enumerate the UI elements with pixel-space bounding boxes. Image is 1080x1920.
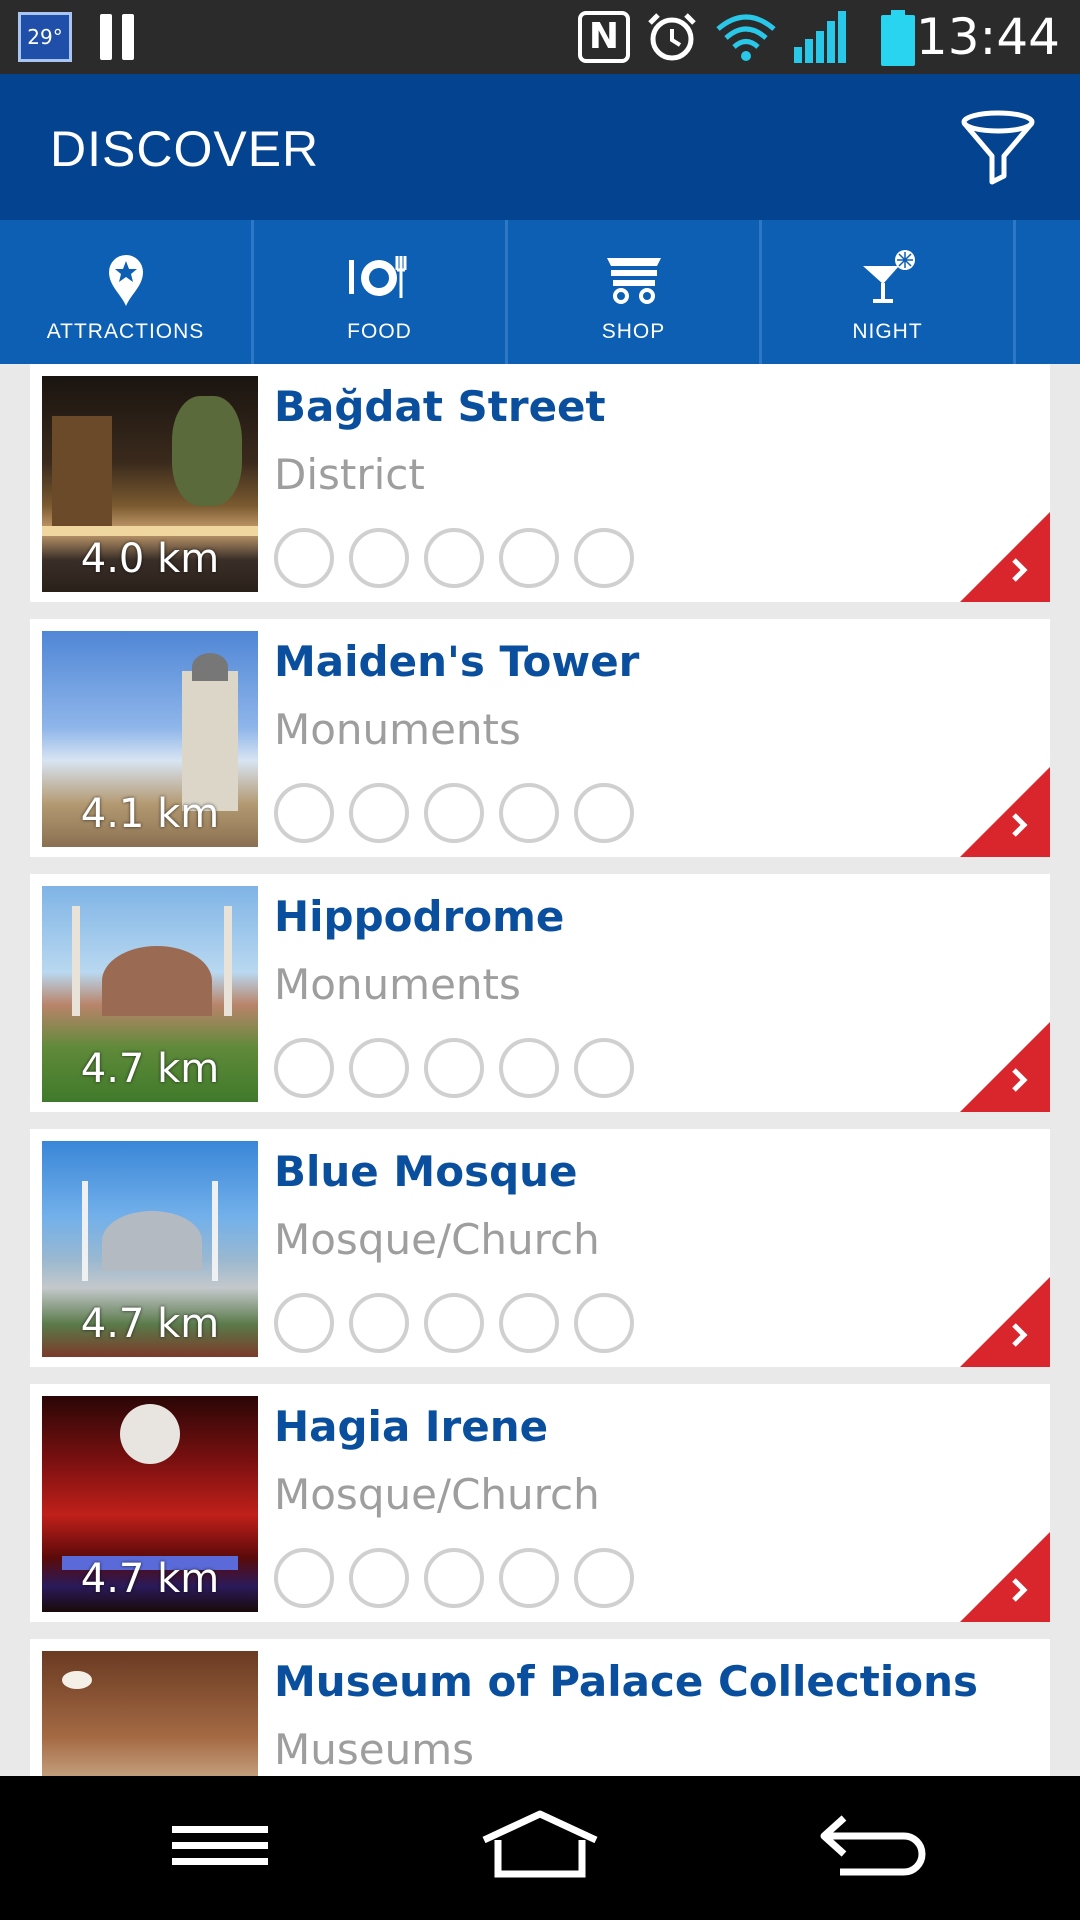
rating-dot <box>349 528 409 588</box>
list-item[interactable]: 4.0 km Bağdat Street District <box>30 364 1050 602</box>
rating-circles <box>274 1038 634 1098</box>
distance-label: 4.7 km <box>80 1046 220 1092</box>
distance-label: 4.7 km <box>80 1556 220 1602</box>
list-item[interactable]: 4.7 km Hippodrome Monuments <box>30 874 1050 1112</box>
plate-cutlery-icon <box>348 256 406 298</box>
cocktail-icon <box>862 250 915 303</box>
clock-time: 13:44 <box>915 8 1060 66</box>
weather-temperature: 29° <box>18 12 72 62</box>
place-category: Monuments <box>274 705 521 754</box>
rating-circles <box>274 1548 634 1608</box>
nfc-icon: N <box>578 11 630 63</box>
rating-dot <box>499 1038 559 1098</box>
tab-attractions[interactable]: ATTRACTIONS <box>0 220 254 364</box>
place-name: Museum of Palace Collections <box>274 1657 979 1706</box>
rating-dot <box>499 528 559 588</box>
place-thumbnail: 4.7 km <box>42 1141 258 1357</box>
rating-dot <box>574 528 634 588</box>
page-title: DISCOVER <box>50 121 320 177</box>
app-bar: DISCOVER <box>0 74 1080 220</box>
rating-dot <box>499 1293 559 1353</box>
place-category: Mosque/Church <box>274 1470 600 1519</box>
distance-label: 4.0 km <box>80 536 220 582</box>
rating-dot <box>574 1548 634 1608</box>
place-thumbnail <box>42 1651 258 1776</box>
rating-dot <box>274 1548 334 1608</box>
home-icon[interactable] <box>470 1796 610 1896</box>
tab-label: SHOP <box>601 320 666 343</box>
shopping-cart-icon <box>606 258 661 304</box>
place-category: Mosque/Church <box>274 1215 600 1264</box>
rating-dot <box>349 1038 409 1098</box>
signal-icon <box>794 11 846 63</box>
place-thumbnail: 4.7 km <box>42 886 258 1102</box>
distance-label: 4.1 km <box>80 791 220 837</box>
status-icons: N <box>578 10 850 64</box>
place-thumbnail: 4.7 km <box>42 1396 258 1612</box>
places-list[interactable]: 4.0 km Bağdat Street District 4.1 km Mai… <box>30 364 1050 1776</box>
rating-circles <box>274 528 634 588</box>
place-name: Blue Mosque <box>274 1147 578 1196</box>
place-name: Hippodrome <box>274 892 565 941</box>
list-item[interactable]: 4.1 km Maiden's Tower Monuments <box>30 619 1050 857</box>
rating-dot <box>274 528 334 588</box>
list-item[interactable]: 4.7 km Blue Mosque Mosque/Church <box>30 1129 1050 1367</box>
system-nav-bar <box>0 1776 1080 1920</box>
map-pin-star-icon <box>108 255 143 306</box>
chevron-right-icon[interactable] <box>960 1277 1050 1367</box>
rating-dot <box>424 1293 484 1353</box>
rating-dot <box>349 1548 409 1608</box>
place-category: Monuments <box>274 960 521 1009</box>
filter-icon[interactable] <box>958 108 1038 188</box>
rating-dot <box>499 1548 559 1608</box>
place-category: District <box>274 450 425 499</box>
chevron-right-icon[interactable] <box>960 512 1050 602</box>
tab-overflow <box>1016 220 1080 364</box>
pause-icon <box>100 14 136 60</box>
chevron-right-icon[interactable] <box>960 1022 1050 1112</box>
rating-dot <box>349 783 409 843</box>
rating-dot <box>574 1293 634 1353</box>
tab-food[interactable]: FOOD <box>254 220 508 364</box>
rating-dot <box>574 783 634 843</box>
wifi-icon <box>716 14 776 61</box>
rating-dot <box>424 1038 484 1098</box>
tab-label: ATTRACTIONS <box>46 320 205 343</box>
list-item[interactable]: Museum of Palace Collections Museums <box>30 1639 1050 1776</box>
distance-label: 4.7 km <box>80 1301 220 1347</box>
rating-circles <box>274 783 634 843</box>
tab-night[interactable]: NIGHT <box>762 220 1016 364</box>
tab-label: FOOD <box>347 320 412 343</box>
category-tabs: ATTRACTIONS FOOD SHOP NIGHT <box>0 220 1080 364</box>
chevron-right-icon[interactable] <box>960 767 1050 857</box>
place-thumbnail: 4.0 km <box>42 376 258 592</box>
rating-dot <box>424 528 484 588</box>
tab-shop[interactable]: SHOP <box>508 220 762 364</box>
rating-dot <box>424 783 484 843</box>
place-category: Museums <box>274 1725 474 1774</box>
rating-dot <box>274 783 334 843</box>
place-name: Maiden's Tower <box>274 637 640 686</box>
place-thumbnail: 4.1 km <box>42 631 258 847</box>
battery-icon <box>881 10 915 66</box>
place-name: Bağdat Street <box>274 382 606 431</box>
rating-dot <box>274 1293 334 1353</box>
rating-circles <box>274 1293 634 1353</box>
rating-dot <box>499 783 559 843</box>
tab-label: NIGHT <box>852 320 923 343</box>
rating-dot <box>574 1038 634 1098</box>
status-bar: 29° N 13:44 <box>0 0 1080 74</box>
chevron-right-icon[interactable] <box>960 1532 1050 1622</box>
back-icon[interactable] <box>800 1796 940 1896</box>
alarm-icon <box>648 13 696 61</box>
rating-dot <box>349 1293 409 1353</box>
list-item[interactable]: 4.7 km Hagia Irene Mosque/Church <box>30 1384 1050 1622</box>
rating-dot <box>274 1038 334 1098</box>
menu-icon[interactable] <box>150 1796 290 1896</box>
rating-dot <box>424 1548 484 1608</box>
place-name: Hagia Irene <box>274 1402 549 1451</box>
